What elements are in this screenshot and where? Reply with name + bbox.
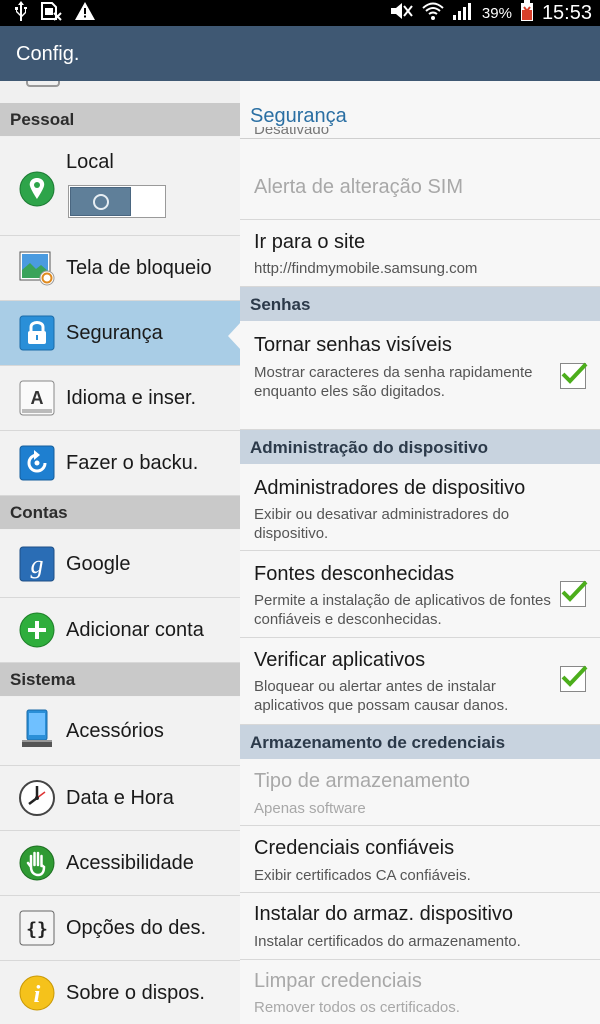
setting-show-passwords[interactable]: Tornar senhas visíveis Mostrar caractere… xyxy=(240,321,600,430)
location-toggle[interactable] xyxy=(68,185,166,218)
info-icon: i xyxy=(19,975,55,1011)
setting-go-to-website[interactable]: Ir para o site http://findmymobile.samsu… xyxy=(240,220,600,287)
svg-text:g: g xyxy=(31,550,44,579)
sidebar-item-google[interactable]: g Google xyxy=(0,530,240,598)
checkmark-icon xyxy=(561,362,588,384)
show-passwords-checkbox[interactable] xyxy=(560,362,588,389)
section-header-pessoal: Pessoal xyxy=(0,103,240,136)
sidebar-item-backup[interactable]: Fazer o backu. xyxy=(0,431,240,496)
status-bar-notifications xyxy=(14,0,96,26)
sidebar-item-adicionar-conta[interactable]: Adicionar conta xyxy=(0,598,240,663)
battery-percent: 39% xyxy=(481,4,512,22)
svg-text:i: i xyxy=(34,982,41,1008)
section-header-senhas: Senhas xyxy=(240,287,600,321)
clock-icon xyxy=(19,780,55,816)
sidebar-item-opcoes-do-desenvolvedor[interactable]: {} Opções do des. xyxy=(0,896,240,961)
sidebar-item-idioma[interactable]: A Idioma e inser. xyxy=(0,366,240,431)
setting-sim-change-alert[interactable]: Alerta de alteração SIM xyxy=(240,154,600,220)
verify-apps-checkbox[interactable] xyxy=(560,665,588,692)
sim-error-icon xyxy=(40,1,62,26)
sidebar-item-local[interactable]: Local xyxy=(0,137,240,236)
sidebar-item-acessorios[interactable]: Acessórios xyxy=(0,697,240,766)
setting-verify-apps[interactable]: Verificar aplicativos Bloquear ou alerta… xyxy=(240,638,600,725)
svg-text:A: A xyxy=(31,388,44,408)
location-icon xyxy=(19,171,55,207)
warning-icon xyxy=(74,1,96,26)
checkmark-icon xyxy=(561,665,588,687)
add-account-icon xyxy=(19,612,55,648)
title-divider xyxy=(240,138,600,139)
pane-title: Segurança xyxy=(250,105,347,127)
accessory-icon xyxy=(19,709,55,747)
signal-icon xyxy=(452,1,474,26)
setting-storage-type[interactable]: Tipo de armazenamento Apenas software xyxy=(240,759,600,826)
status-bar-system: 39% 15:53 xyxy=(388,0,592,26)
scrolled-item-stub xyxy=(0,81,240,104)
svg-text:{}: {} xyxy=(26,919,48,940)
google-icon: g xyxy=(19,546,55,582)
section-header-administracao: Administração do dispositivo xyxy=(240,430,600,464)
setting-clear-credentials[interactable]: Limpar credenciais Remover todos os cert… xyxy=(240,960,600,1024)
language-icon: A xyxy=(19,380,55,416)
section-header-contas: Contas xyxy=(0,496,240,529)
unknown-sources-checkbox[interactable] xyxy=(560,580,588,607)
sidebar-item-acessibilidade[interactable]: Acessibilidade xyxy=(0,831,240,896)
braces-icon: {} xyxy=(19,910,55,946)
sidebar-item-tela-de-bloqueio[interactable]: Tela de bloqueio xyxy=(0,236,240,301)
wifi-icon xyxy=(422,1,444,26)
battery-icon xyxy=(520,0,534,27)
action-bar: Config. xyxy=(0,26,600,81)
sidebar-item-sobre-o-dispositivo[interactable]: i Sobre o dispos. xyxy=(0,961,240,1024)
mute-icon xyxy=(388,1,414,26)
hand-icon xyxy=(19,845,55,881)
setting-unknown-sources[interactable]: Fontes desconhecidas Permite a instalaçã… xyxy=(240,551,600,638)
sidebar-item-data-e-hora[interactable]: Data e Hora xyxy=(0,766,240,831)
settings-category-list[interactable]: Pessoal Local Tela de bloqueio Segurança… xyxy=(0,81,241,1024)
padlock-icon xyxy=(19,315,55,351)
security-settings-pane[interactable]: Segurança Desativado Alerta de alteração… xyxy=(240,81,600,1024)
section-header-armazenamento: Armazenamento de credenciais xyxy=(240,725,600,759)
sidebar-item-seguranca[interactable]: Segurança xyxy=(0,301,240,366)
setting-device-administrators[interactable]: Administradores de dispositivo Exibir ou… xyxy=(240,464,600,551)
status-bar: 39% 15:53 xyxy=(0,0,600,26)
checkmark-icon xyxy=(561,580,588,602)
backup-icon xyxy=(19,445,55,481)
clock-time: 15:53 xyxy=(541,1,592,24)
setting-trusted-credentials[interactable]: Credenciais confiáveis Exibir certificad… xyxy=(240,826,600,893)
app-title[interactable]: Config. xyxy=(16,43,79,66)
lock-screen-icon xyxy=(19,250,55,286)
setting-install-from-storage[interactable]: Instalar do armaz. dispositivo Instalar … xyxy=(240,893,600,960)
section-header-sistema: Sistema xyxy=(0,663,240,696)
usb-icon xyxy=(14,0,28,26)
